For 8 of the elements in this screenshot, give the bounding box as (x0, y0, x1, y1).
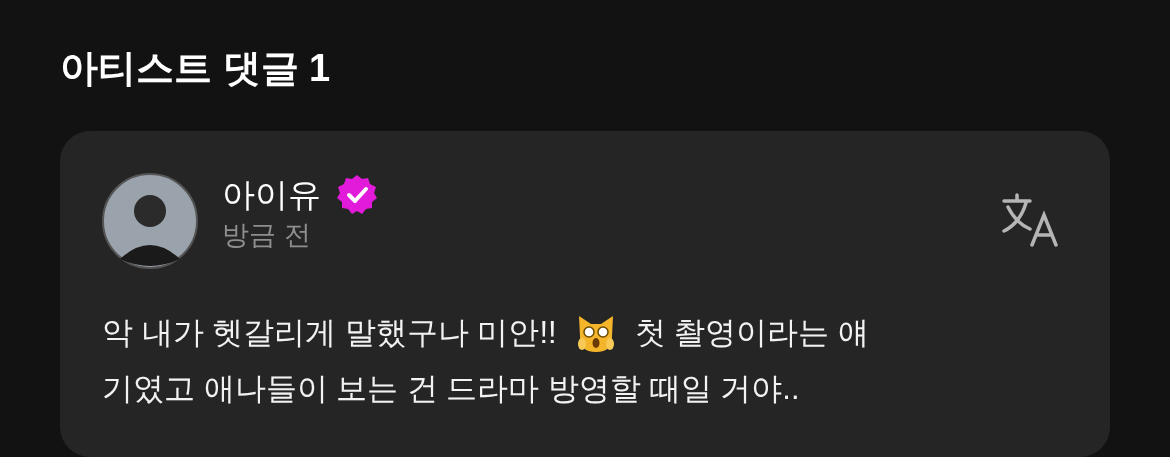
translate-icon[interactable] (1002, 193, 1060, 247)
section-title: 아티스트 댓글 1 (60, 46, 331, 91)
avatar[interactable] (102, 173, 198, 269)
comment-text: 첫 촬영이라는 얘 (634, 314, 869, 352)
comment-time: 방금 전 (222, 219, 311, 252)
author-name[interactable]: 아이유 (222, 174, 321, 216)
comment-text: 악 내가 헷갈리게 말했구나 미안!! (102, 314, 557, 352)
comment-text: 기였고 애나들이 보는 건 드라마 방영할 때일 거야.. (102, 370, 800, 408)
